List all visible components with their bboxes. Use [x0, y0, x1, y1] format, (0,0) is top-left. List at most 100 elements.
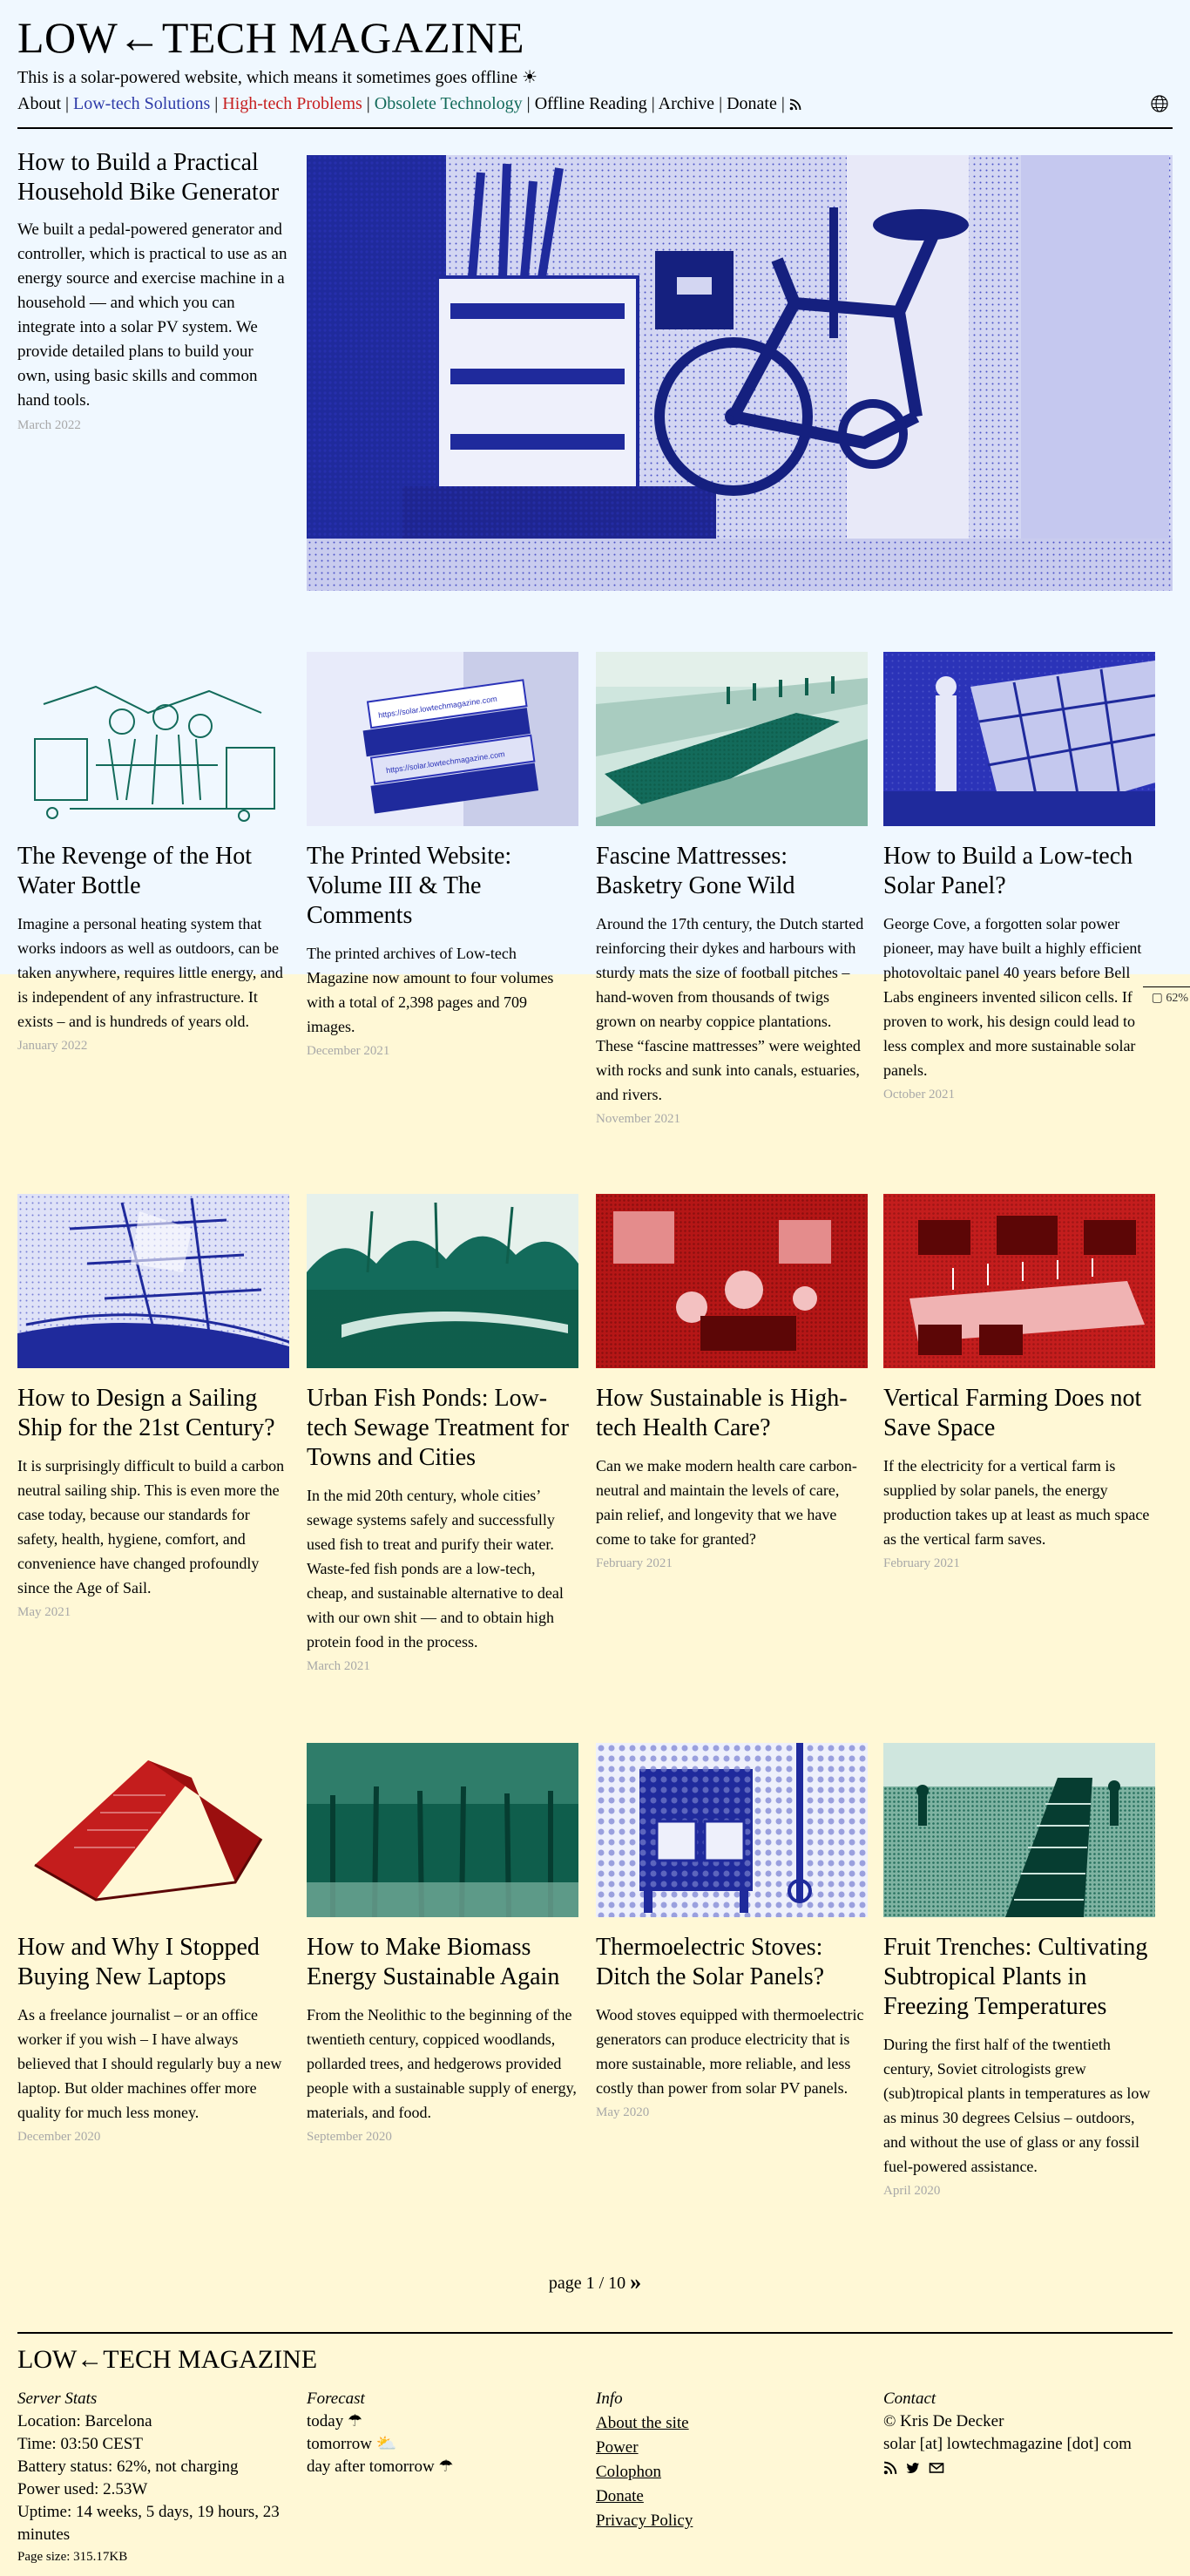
contact-copyright: © Kris De Decker — [883, 2412, 1004, 2430]
article-card: https://solar.lowtechmagazine.com https:… — [307, 652, 578, 1059]
twitter-icon[interactable] — [906, 2459, 920, 2482]
article-title[interactable]: How to Build a Low-tech Solar Panel? — [883, 842, 1155, 901]
page-size: Page size: 315.17KB — [17, 2550, 128, 2564]
link-power[interactable]: Power — [596, 2437, 868, 2459]
article-date: December 2020 — [17, 2130, 101, 2144]
battery-level: 62% — [1166, 992, 1188, 1005]
nav-donate[interactable]: Donate — [727, 94, 777, 113]
forecast-day-after: day after tomorrow ☂ — [307, 2457, 454, 2476]
article-date: February 2021 — [883, 1556, 960, 1570]
forecast-tomorrow: tomorrow ⛅ — [307, 2435, 397, 2453]
footer-divider — [17, 2332, 1173, 2334]
article-image[interactable] — [596, 1194, 868, 1368]
info-links: Info About the site Power Colophon Donat… — [596, 2388, 868, 2532]
stats-time: Time: 03:50 CEST — [17, 2435, 143, 2453]
featured-article-title[interactable]: How to Build a Practical Household Bike … — [17, 148, 287, 207]
nav-about[interactable]: About — [17, 94, 61, 113]
article-title[interactable]: The Revenge of the Hot Water Bottle — [17, 842, 289, 901]
article-title[interactable]: Fruit Trenches: Cultivating Subtropical … — [883, 1933, 1155, 2022]
main-nav: About | Low-tech Solutions | High-tech P… — [17, 92, 1173, 119]
article-title[interactable]: How Sustainable is High-tech Health Care… — [596, 1384, 868, 1443]
article-image[interactable] — [596, 1743, 868, 1917]
rss-icon[interactable] — [789, 94, 801, 117]
stats-location: Location: Barcelona — [17, 2412, 152, 2430]
article-card: Thermoelectric Stoves: Ditch the Solar P… — [596, 1743, 868, 2120]
site-title[interactable]: LOW←TECH MAGAZINE — [17, 12, 1173, 63]
info-heading: Info — [596, 2390, 623, 2408]
featured-article-image[interactable] — [307, 155, 1173, 591]
nav-obsolete-technology[interactable]: Obsolete Technology — [375, 94, 523, 113]
mail-icon[interactable] — [929, 2459, 944, 2482]
article-summary: The printed archives of Low-tech Magazin… — [307, 945, 554, 1035]
page-indicator: page 1 / 10 — [548, 2274, 626, 2293]
article-image[interactable] — [307, 1194, 578, 1368]
featured-article-summary: We built a pedal-powered generator and c… — [17, 220, 287, 410]
server-stats-heading: Server Stats — [17, 2390, 98, 2408]
stats-power: Power used: 2.53W — [17, 2480, 148, 2498]
article-summary: From the Neolithic to the beginning of t… — [307, 2006, 577, 2121]
nav-archive[interactable]: Archive — [659, 94, 714, 113]
featured-article-date: March 2022 — [17, 418, 81, 432]
nav-offline-reading[interactable]: Offline Reading — [535, 94, 647, 113]
article-date: May 2021 — [17, 1605, 71, 1619]
article-summary: Wood stoves equipped with thermoelectric… — [596, 2006, 864, 2097]
article-card: How and Why I Stopped Buying New Laptops… — [17, 1743, 289, 2145]
next-page-button[interactable]: » — [630, 2269, 641, 2295]
article-title[interactable]: The Printed Website: Volume III & The Co… — [307, 842, 578, 931]
stats-battery: Battery status: 62%, not charging — [17, 2457, 239, 2476]
article-card: The Revenge of the Hot Water Bottle Imag… — [17, 652, 289, 1054]
article-image[interactable] — [883, 1743, 1155, 1917]
article-date: December 2021 — [307, 1044, 390, 1058]
article-date: May 2020 — [596, 2105, 650, 2119]
forecast-heading: Forecast — [307, 2390, 365, 2408]
article-title[interactable]: Vertical Farming Does not Save Space — [883, 1384, 1155, 1443]
article-title[interactable]: Urban Fish Ponds: Low-tech Sewage Treatm… — [307, 1384, 578, 1473]
article-card: How to Make Biomass Energy Sustainable A… — [307, 1743, 578, 2145]
link-donate[interactable]: Donate — [596, 2485, 868, 2508]
article-image[interactable] — [17, 1194, 289, 1368]
article-image[interactable] — [307, 1743, 578, 1917]
article-card: Vertical Farming Does not Save Space If … — [883, 1194, 1155, 1571]
footer-site-title[interactable]: LOW←TECH MAGAZINE — [17, 2344, 317, 2376]
article-image[interactable] — [17, 652, 289, 826]
article-summary: As a freelance journalist – or an office… — [17, 2006, 282, 2121]
server-stats: Server Stats Location: Barcelona Time: 0… — [17, 2388, 289, 2546]
link-colophon[interactable]: Colophon — [596, 2461, 868, 2484]
article-card: Fruit Trenches: Cultivating Subtropical … — [883, 1743, 1155, 2199]
article-image[interactable] — [596, 652, 868, 826]
article-image[interactable] — [883, 652, 1155, 826]
article-date: January 2022 — [17, 1039, 88, 1053]
article-card: Fascine Mattresses: Basketry Gone Wild A… — [596, 652, 868, 1127]
site-tagline: This is a solar-powered website, which m… — [17, 68, 538, 87]
forecast: Forecast today ☂ tomorrow ⛅ day after to… — [307, 2388, 578, 2478]
rss-icon[interactable] — [883, 2459, 897, 2482]
article-title[interactable]: Fascine Mattresses: Basketry Gone Wild — [596, 842, 868, 901]
contact-heading: Contact — [883, 2390, 936, 2408]
article-summary: Can we make modern health care carbon-ne… — [596, 1457, 857, 1548]
article-summary: If the electricity for a vertical farm i… — [883, 1457, 1150, 1548]
nav-low-tech-solutions[interactable]: Low-tech Solutions — [73, 94, 210, 113]
article-card: How to Build a Low-tech Solar Panel? Geo… — [883, 652, 1155, 1102]
article-title[interactable]: How to Make Biomass Energy Sustainable A… — [307, 1933, 578, 1992]
article-image[interactable]: https://solar.lowtechmagazine.com https:… — [307, 652, 578, 826]
link-about-site[interactable]: About the site — [596, 2412, 868, 2435]
link-privacy-policy[interactable]: Privacy Policy — [596, 2510, 868, 2532]
nav-high-tech-problems[interactable]: High-tech Problems — [222, 94, 362, 113]
article-title[interactable]: How to Design a Sailing Ship for the 21s… — [17, 1384, 289, 1443]
globe-icon[interactable] — [1150, 94, 1169, 113]
article-title[interactable]: How and Why I Stopped Buying New Laptops — [17, 1933, 289, 1992]
pagination: page 1 / 10 » — [0, 2269, 1190, 2295]
article-summary: George Cove, a forgotten solar power pio… — [883, 915, 1142, 1079]
contact: Contact © Kris De Decker solar [at] lowt… — [883, 2388, 1155, 2482]
article-card: Urban Fish Ponds: Low-tech Sewage Treatm… — [307, 1194, 578, 1674]
featured-article: How to Build a Practical Household Bike … — [17, 129, 1173, 617]
article-title[interactable]: Thermoelectric Stoves: Ditch the Solar P… — [596, 1933, 868, 1992]
article-summary: Around the 17th century, the Dutch start… — [596, 915, 864, 1103]
forecast-today: today ☂ — [307, 2412, 362, 2430]
article-date: September 2020 — [307, 2130, 392, 2144]
article-image[interactable] — [883, 1194, 1155, 1368]
article-date: October 2021 — [883, 1088, 956, 1102]
article-image[interactable] — [17, 1743, 289, 1917]
article-date: April 2020 — [883, 2184, 941, 2198]
article-summary: In the mid 20th century, whole cities’ s… — [307, 1487, 564, 1651]
